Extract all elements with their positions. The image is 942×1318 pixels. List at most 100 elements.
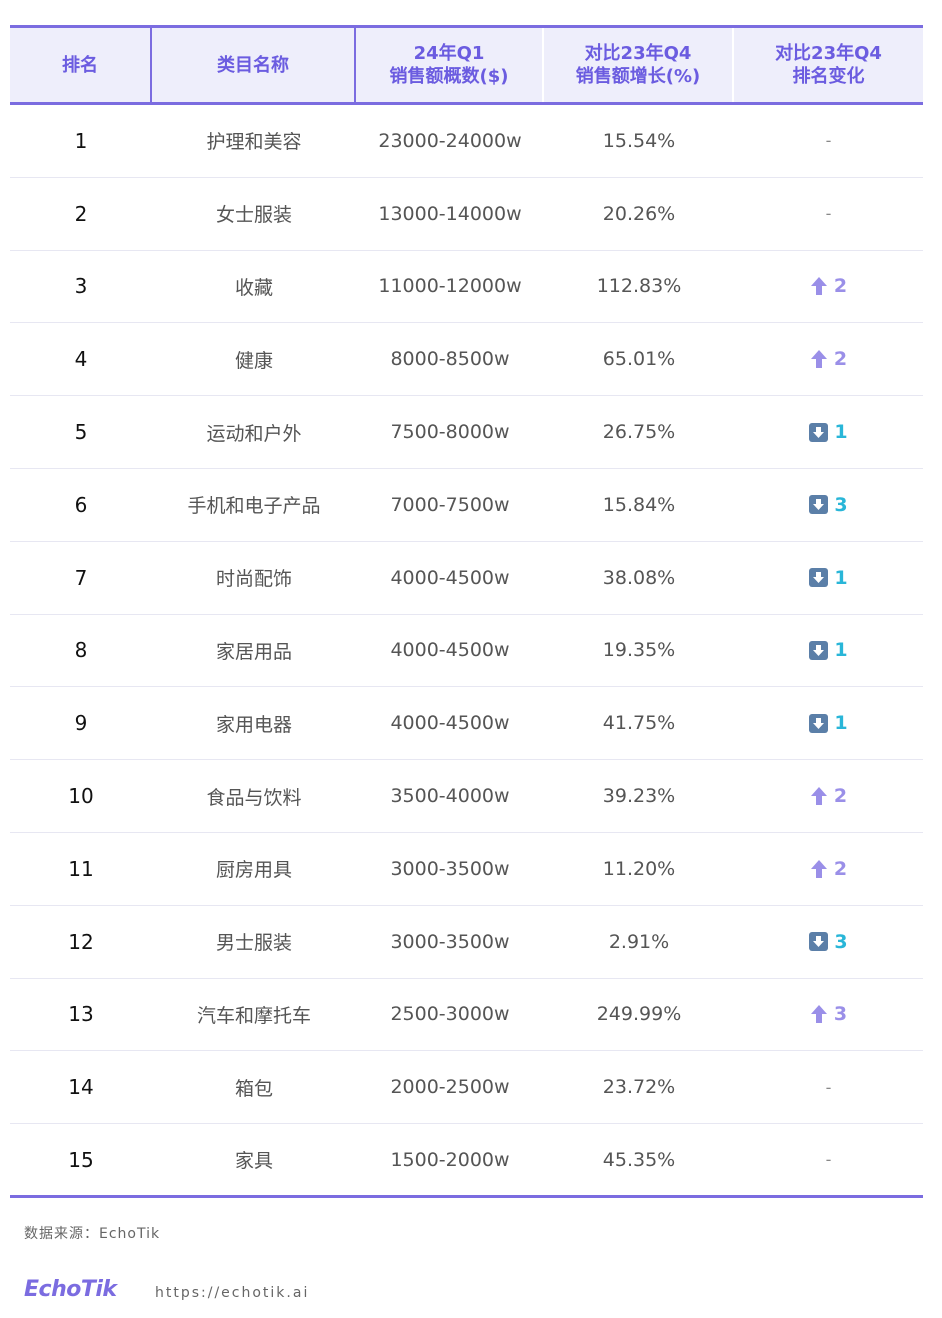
category-cell: 收藏: [234, 276, 273, 299]
header-sales-line2: 销售额概数($): [389, 66, 509, 87]
arrow-down-box-icon: [809, 932, 829, 952]
rank-change-cell: 2: [734, 348, 923, 370]
arrow-down-box-icon: [809, 713, 829, 733]
rank-change-cell: 3: [734, 494, 923, 516]
sales-cell: 4000-4500w: [390, 712, 510, 735]
header-growth-line2: 销售额增长(%): [575, 66, 701, 87]
rank-change-value: 2: [833, 785, 848, 808]
rank-change-value: 2: [833, 857, 848, 880]
category-cell: 家居用品: [215, 640, 292, 663]
sales-cell: 2000-2500w: [390, 1076, 510, 1099]
table-row: 8 家居用品 4000-4500w 19.35% 1: [10, 615, 923, 688]
rank-change-cell: 2: [734, 858, 923, 880]
growth-cell: 26.75%: [602, 421, 676, 444]
rank-change: 2: [810, 785, 847, 807]
rank-change: 3: [809, 493, 848, 516]
category-cell: 手机和电子产品: [187, 495, 321, 518]
table-row: 12 男士服装 3000-3500w 2.91% 3: [10, 906, 923, 979]
category-cell: 女士服装: [215, 204, 292, 227]
rank-cell: 14: [68, 1075, 94, 1100]
rank-cell: 2: [74, 201, 88, 226]
growth-cell: 45.35%: [602, 1148, 676, 1171]
echotik-logo: EchoTik: [24, 1277, 117, 1302]
no-change-dash: -: [825, 1150, 832, 1170]
header-rank-label: 排名: [62, 54, 98, 76]
rank-change-cell: 1: [734, 567, 923, 589]
rank-change-cell: -: [734, 131, 923, 150]
arrow-down-box-icon: [809, 422, 829, 442]
header-growth: 对比23年Q4 销售额增长(%): [544, 28, 734, 102]
sales-cell: 4000-4500w: [390, 566, 510, 589]
sales-cell: 3000-3500w: [390, 857, 510, 880]
rank-change-value: 3: [833, 1003, 848, 1026]
ranking-table: 排名 类目名称 24年Q1 销售额概数($) 对比23年Q4 销售额增长(%) …: [10, 25, 923, 1199]
rank-change-value: 3: [834, 930, 848, 953]
arrow-up-icon: [810, 349, 828, 369]
arrow-down-box-icon: [809, 495, 829, 515]
table-row: 2 女士服装 13000-14000w 20.26% -: [10, 178, 923, 251]
rank-change-value: 2: [833, 348, 848, 371]
growth-cell: 65.01%: [602, 348, 676, 371]
rank-cell: 11: [68, 856, 94, 881]
category-cell: 时尚配饰: [215, 568, 292, 591]
rank-change: 1: [809, 421, 848, 444]
category-cell: 家具: [234, 1150, 273, 1173]
sales-cell: 7000-7500w: [390, 493, 510, 516]
source-note: 数据来源：EchoTik: [24, 1226, 161, 1242]
category-cell: 男士服装: [215, 932, 292, 955]
website-url: https://echotik.ai: [155, 1285, 310, 1301]
growth-cell: 2.91%: [608, 930, 670, 953]
header-growth-line1: 对比23年Q4: [584, 43, 692, 64]
rank-change-value: 1: [834, 712, 848, 735]
rank-change-cell: 3: [734, 1003, 923, 1025]
sales-cell: 11000-12000w: [378, 275, 522, 298]
rank-cell: 8: [74, 638, 88, 663]
growth-cell: 41.75%: [602, 712, 676, 735]
arrow-up-icon: [810, 276, 828, 296]
rank-change-cell: -: [734, 1150, 923, 1169]
no-change-dash: -: [825, 1077, 832, 1097]
growth-cell: 15.54%: [602, 129, 676, 152]
rank-change-cell: -: [734, 1078, 923, 1097]
rank-change: 1: [809, 567, 848, 589]
rank-change-value: 1: [834, 421, 848, 444]
sales-cell: 4000-4500w: [390, 639, 510, 662]
growth-cell: 38.08%: [602, 566, 676, 589]
sales-cell: 2500-3000w: [390, 1003, 510, 1026]
table-row: 7 时尚配饰 4000-4500w 38.08% 1: [10, 542, 923, 615]
category-cell: 运动和户外: [206, 422, 302, 445]
rank-change-cell: 2: [734, 785, 923, 807]
arrow-down-box-icon: [809, 568, 829, 588]
table-row: 1 护理和美容 23000-24000w 15.54% -: [10, 105, 923, 178]
header-change-line1: 对比23年Q4: [775, 43, 882, 64]
sales-cell: 13000-14000w: [378, 202, 522, 225]
rank-cell: 15: [68, 1147, 94, 1172]
growth-cell: 23.72%: [602, 1076, 676, 1099]
category-cell: 食品与饮料: [206, 786, 302, 809]
rank-cell: 1: [74, 128, 88, 153]
header-change-line2: 排名变化: [792, 66, 865, 87]
rank-change: 2: [810, 858, 847, 880]
rank-cell: 7: [74, 565, 88, 590]
sales-cell: 3000-3500w: [390, 930, 510, 953]
header-rank: 排名: [10, 28, 152, 102]
header-sales: 24年Q1 销售额概数($): [356, 28, 544, 102]
rank-cell: 10: [68, 784, 94, 809]
rank-cell: 12: [68, 929, 94, 954]
rank-change-value: 2: [833, 275, 848, 298]
rank-cell: 4: [74, 347, 88, 372]
table-row: 10 食品与饮料 3500-4000w 39.23% 2: [10, 760, 923, 833]
table-row: 11 厨房用具 3000-3500w 11.20% 2: [10, 833, 923, 906]
rank-change: 1: [809, 639, 848, 661]
arrow-down-box-icon: [809, 640, 829, 660]
rank-change-cell: 1: [734, 421, 923, 443]
growth-cell: 20.26%: [602, 202, 676, 225]
rank-change: 3: [809, 930, 848, 953]
table-row: 14 箱包 2000-2500w 23.72% -: [10, 1051, 923, 1125]
rank-cell: 6: [74, 492, 88, 517]
rank-change: 2: [810, 348, 847, 370]
rank-change-value: 3: [834, 493, 848, 516]
category-cell: 厨房用具: [215, 859, 292, 882]
growth-cell: 249.99%: [596, 1003, 682, 1026]
rank-cell: 9: [74, 711, 88, 736]
